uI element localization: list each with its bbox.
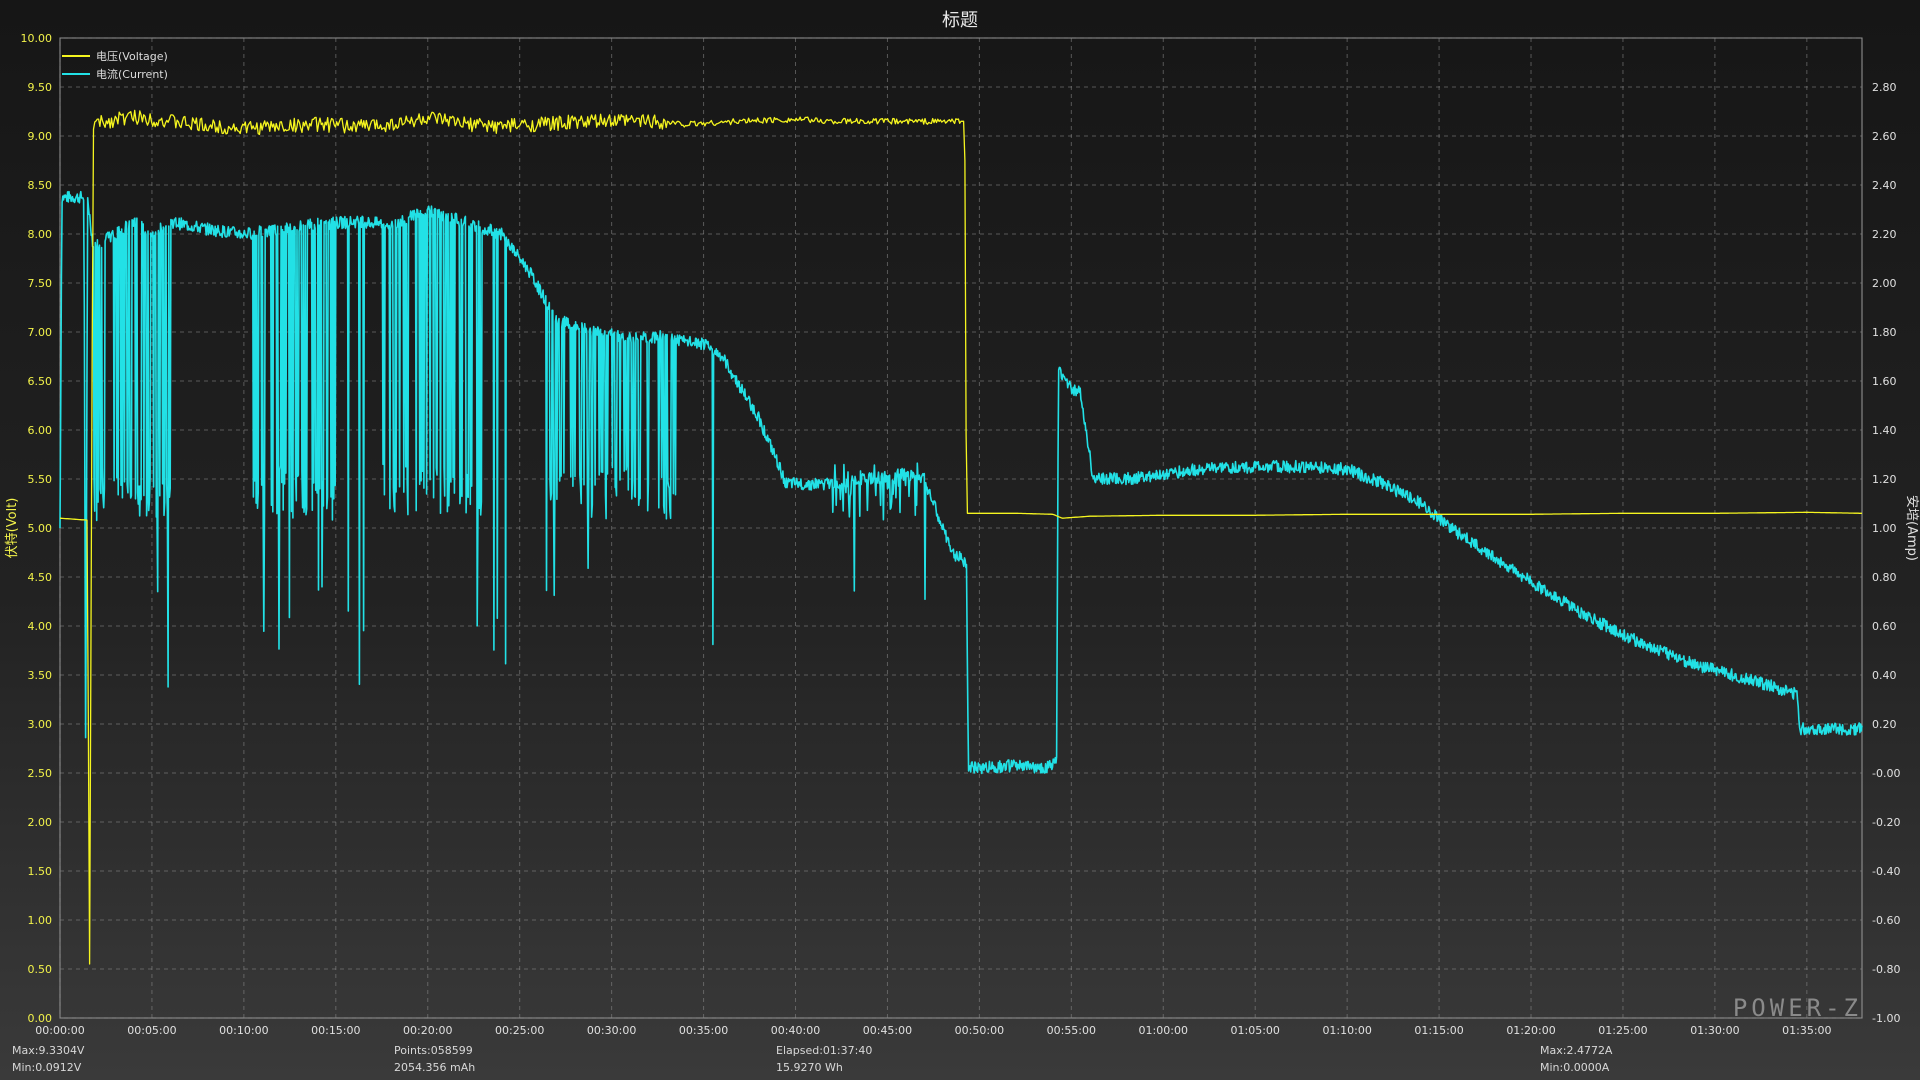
- y-right-tick-label: 0.80: [1872, 571, 1897, 584]
- x-tick-label: 01:20:00: [1506, 1024, 1555, 1037]
- y-right-tick-label: 1.40: [1872, 424, 1897, 437]
- x-tick-label: 00:10:00: [219, 1024, 268, 1037]
- x-tick-label: 01:35:00: [1782, 1024, 1831, 1037]
- x-tick-label: 01:10:00: [1322, 1024, 1371, 1037]
- y-right-tick-label: -0.40: [1872, 865, 1900, 878]
- y-right-tick-label: -0.20: [1872, 816, 1900, 829]
- stat-max-voltage: Max:9.3304V: [12, 1044, 85, 1057]
- x-tick-label: 01:00:00: [1139, 1024, 1188, 1037]
- series-current-line: [59, 190, 1863, 775]
- stat-energy: 15.9270 Wh: [776, 1061, 843, 1074]
- y-left-tick-label: 9.00: [28, 130, 53, 143]
- y-right-tick-label: 0.60: [1872, 620, 1897, 633]
- x-tick-label: 01:30:00: [1690, 1024, 1739, 1037]
- x-tick-label: 00:50:00: [955, 1024, 1004, 1037]
- legend-current-swatch: [62, 73, 90, 75]
- y-left-tick-label: 2.50: [28, 767, 53, 780]
- y-left-tick-label: 5.00: [28, 522, 53, 535]
- y-right-tick-label: 1.60: [1872, 375, 1897, 388]
- y-right-tick-label: 2.00: [1872, 277, 1897, 290]
- y-left-tick-label: 6.00: [28, 424, 53, 437]
- y-right-tick-label: -1.00: [1872, 1012, 1900, 1025]
- stat-capacity: 2054.356 mAh: [394, 1061, 476, 1074]
- x-tick-label: 01:25:00: [1598, 1024, 1647, 1037]
- y-right-tick-label: -0.00: [1872, 767, 1900, 780]
- legend-voltage-label: 电压(Voltage): [96, 50, 168, 63]
- y-left-tick-label: 0.50: [28, 963, 53, 976]
- y-right-tick-label: 2.60: [1872, 130, 1897, 143]
- chart-window: 标题 10.00 9.50 9.00 8.50 8.00 7.50 7.00 6.50 6.00…: [0, 0, 1920, 1080]
- x-tick-label: 01:05:00: [1231, 1024, 1280, 1037]
- y-right-tick-label: 0.20: [1872, 718, 1897, 731]
- y-left-tick-label: 7.00: [28, 326, 53, 339]
- legend-current: 电流(Current): [62, 66, 168, 82]
- stat-min-voltage: Min:0.0912V: [12, 1061, 82, 1074]
- legend-voltage-swatch: [62, 55, 90, 57]
- stat-min-current: Min:0.0000A: [1540, 1061, 1610, 1074]
- y-left-tick-label: 2.00: [28, 816, 53, 829]
- legend-voltage: 电压(Voltage): [62, 48, 168, 64]
- x-tick-label: 00:40:00: [771, 1024, 820, 1037]
- y-right-tick-label: 2.80: [1872, 81, 1897, 94]
- y-right-tick-label: 1.80: [1872, 326, 1897, 339]
- y-left-tick-label: 4.00: [28, 620, 53, 633]
- x-tick-label: 00:15:00: [311, 1024, 360, 1037]
- stat-elapsed: Elapsed:01:37:40: [776, 1044, 873, 1057]
- y-left-tick-label: 5.50: [28, 473, 53, 486]
- x-tick-label: 01:15:00: [1414, 1024, 1463, 1037]
- y-left-tick-label: 1.00: [28, 914, 53, 927]
- stat-max-current: Max:2.4772A: [1540, 1044, 1613, 1057]
- y-left-axis-title: 伏特(Volt): [5, 498, 20, 559]
- stat-points: Points:058599: [394, 1044, 473, 1057]
- y-left-tick-label: 9.50: [28, 81, 53, 94]
- y-right-axis-title: 安培(Amp): [1904, 495, 1920, 561]
- y-right-tick-label: 1.00: [1872, 522, 1897, 535]
- y-left-tick-label: 8.00: [28, 228, 53, 241]
- y-right-tick-label: -0.60: [1872, 914, 1900, 927]
- y-right-tick-label: 1.20: [1872, 473, 1897, 486]
- y-left-tick-label: 10.00: [21, 32, 53, 45]
- x-tick-label: 00:45:00: [863, 1024, 912, 1037]
- y-right-tick-label: 2.20: [1872, 228, 1897, 241]
- x-tick-label: 00:20:00: [403, 1024, 452, 1037]
- x-tick-label: 00:00:00: [35, 1024, 84, 1037]
- y-left-tick-label: 8.50: [28, 179, 53, 192]
- x-tick-label: 00:55:00: [1047, 1024, 1096, 1037]
- y-left-tick-label: 6.50: [28, 375, 53, 388]
- y-right-tick-label: -0.80: [1872, 963, 1900, 976]
- chart-canvas: 10.00 9.50 9.00 8.50 8.00 7.50 7.00 6.50 6.00 5.5…: [5, 32, 1920, 1037]
- y-left-tick-label: 7.50: [28, 277, 53, 290]
- y-left-tick-label: 4.50: [28, 571, 53, 584]
- y-left-tick-label: 3.00: [28, 718, 53, 731]
- y-right-tick-label: 2.40: [1872, 179, 1897, 192]
- y-right-tick-label: 0.40: [1872, 669, 1897, 682]
- x-tick-label: 00:30:00: [587, 1024, 636, 1037]
- y-left-tick-label: 1.50: [28, 865, 53, 878]
- x-tick-label: 00:35:00: [679, 1024, 728, 1037]
- legend-current-label: 电流(Current): [96, 68, 168, 81]
- x-tick-label: 00:25:00: [495, 1024, 544, 1037]
- x-tick-label: 00:05:00: [127, 1024, 176, 1037]
- y-left-tick-label: 3.50: [28, 669, 53, 682]
- brand-logo: POWER-Z: [1732, 994, 1862, 1022]
